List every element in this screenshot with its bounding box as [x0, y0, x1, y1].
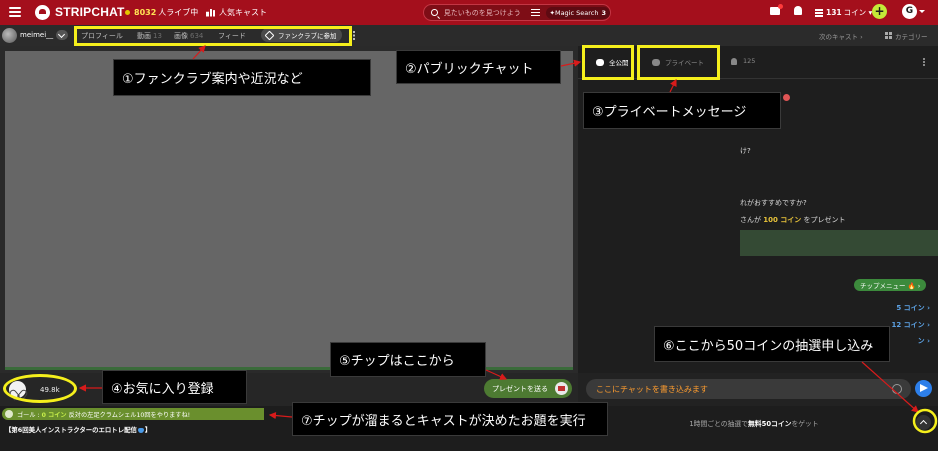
stream-title: 【第6回美人インストラクターのエロトレ配信】: [5, 425, 151, 434]
annotation-lottery: ⑥ここから50コインの抽選申し込み: [654, 326, 890, 362]
coin-amount: 131: [826, 8, 842, 17]
highlighted-message: [740, 230, 938, 256]
model-avatar[interactable]: [2, 28, 17, 43]
emoji-icon: [783, 94, 790, 101]
video-frame[interactable]: [5, 51, 573, 369]
annotation-goal: ⑦チップが溜まるとキャストが決めたお題を実行: [292, 402, 608, 436]
categories-button[interactable]: カテゴリー: [895, 31, 928, 41]
goal-description: 反対の左足クラムシェル10回をやりますね!: [68, 412, 191, 419]
annotation-fanclub: ①ファンクラブ案内や近況など: [113, 59, 371, 96]
tip-menu-button[interactable]: チップメニュー 🔥 ›: [854, 279, 927, 291]
magic-search-button[interactable]: ✦ Magic Search 3: [545, 6, 610, 19]
search-icon: [431, 9, 438, 16]
ranking-icon: [206, 8, 215, 17]
goal-text: ゴール : 0 コイン 反対の左足クラムシェル10回をやりますね!: [17, 410, 190, 419]
annotation-private-message: ③プライベートメッセージ: [583, 92, 781, 129]
magic-search-label: Magic Search: [554, 8, 599, 17]
smiley-icon[interactable]: [892, 384, 902, 394]
blue-heart-icon: [137, 427, 144, 433]
popular-casts-link[interactable]: 人気キャスト: [206, 7, 267, 18]
lottery-highlight: 無料50コイン: [748, 420, 792, 428]
chat-input[interactable]: [596, 379, 876, 399]
person-icon: [731, 57, 737, 65]
annotation-favorite: ④お気に入り登録: [102, 370, 247, 404]
stripchat-logo-icon[interactable]: [35, 5, 50, 20]
coin-balance[interactable]: 131 コイン ▾: [815, 7, 872, 18]
highlight-private-tab: [637, 45, 720, 80]
lottery-text: 1時間ごとの抽選で無料50コインをゲット: [578, 418, 930, 428]
highlight-public-tab: [582, 45, 634, 80]
send-gift-button[interactable]: プレゼントを送る: [484, 379, 572, 398]
grid-icon[interactable]: [885, 32, 892, 39]
chevron-down-icon[interactable]: [56, 30, 68, 40]
online-dot-icon: [125, 10, 130, 15]
lottery-text-before: 1時間ごとの抽選で: [689, 420, 748, 428]
tab-viewers[interactable]: 125: [731, 57, 755, 65]
lottery-text-after: をゲット: [791, 420, 819, 428]
search-input[interactable]: 見たいものを見つけよう: [444, 8, 527, 18]
coin-icon: [815, 8, 823, 17]
highlight-favorite: [3, 374, 77, 403]
hamburger-menu-icon[interactable]: [9, 7, 21, 17]
magic-search-count: 3: [601, 8, 606, 17]
buy-coins-button[interactable]: +: [872, 4, 887, 19]
goal-label: ゴール :: [17, 412, 40, 419]
bell-icon[interactable]: [794, 6, 802, 15]
goal-amount: 0 コイン: [41, 412, 67, 419]
brand-name[interactable]: STRIPCHAT: [55, 5, 125, 19]
coin-label: コイン: [843, 8, 867, 17]
chat-message: け?: [740, 147, 751, 155]
next-cast-button[interactable]: 次のキャスト ›: [819, 31, 863, 41]
tip-message: さんが 100 コイン をプレゼント: [740, 215, 846, 225]
video-progress-strip: [5, 367, 573, 370]
stream-title-text: 【第6回美人インストラクターのエロトレ配信: [5, 426, 137, 434]
gift-icon: [555, 382, 568, 395]
top-bar: STRIPCHAT 8032 人ライブ中 人気キャスト 見たいものを見つけよう ✦…: [0, 0, 938, 25]
model-name[interactable]: meimei__: [20, 31, 53, 39]
tip-message-suffix: をプレゼント: [803, 216, 846, 224]
chat-options-icon[interactable]: [923, 58, 925, 66]
user-avatar[interactable]: G: [902, 4, 925, 19]
send-gift-label: プレゼントを送る: [492, 384, 548, 393]
highlight-fanclub-nav: [74, 26, 352, 46]
filter-icon[interactable]: [531, 9, 540, 16]
more-options-icon[interactable]: [353, 31, 355, 40]
online-count-label: 人ライブ中: [158, 8, 199, 17]
viewer-count: 125: [743, 57, 756, 65]
online-count: 8032 人ライブ中: [125, 7, 198, 18]
stripchat-window: STRIPCHAT 8032 人ライブ中 人気キャスト 見たいものを見つけよう ✦…: [0, 0, 938, 451]
chat-input-wrapper[interactable]: [586, 379, 911, 399]
chat-message: れがおすすめですか?: [740, 199, 807, 207]
goal-icon: [5, 410, 13, 418]
lottery-bar: 1時間ごとの抽選で無料50コインをゲット: [578, 406, 938, 436]
lottery-expand-button[interactable]: [916, 415, 931, 430]
annotation-tip: ⑤チップはここから: [330, 342, 486, 377]
tip-message-amount: 100 コイン: [763, 216, 802, 224]
stream-title-end: 】: [144, 426, 152, 434]
send-button[interactable]: [915, 380, 932, 397]
message-icon[interactable]: [770, 4, 783, 15]
annotation-public-chat: ②パブリックチャット: [396, 50, 561, 84]
chat-input-bar: [578, 373, 938, 406]
tip-message-prefix: さんが: [740, 216, 761, 224]
online-count-number: 8032: [134, 8, 157, 17]
popular-casts-label: 人気キャスト: [219, 8, 267, 17]
tip-menu-item[interactable]: 5 コイン ›: [868, 303, 930, 313]
search-box[interactable]: 見たいものを見つけよう ✦ Magic Search 3: [423, 4, 611, 21]
